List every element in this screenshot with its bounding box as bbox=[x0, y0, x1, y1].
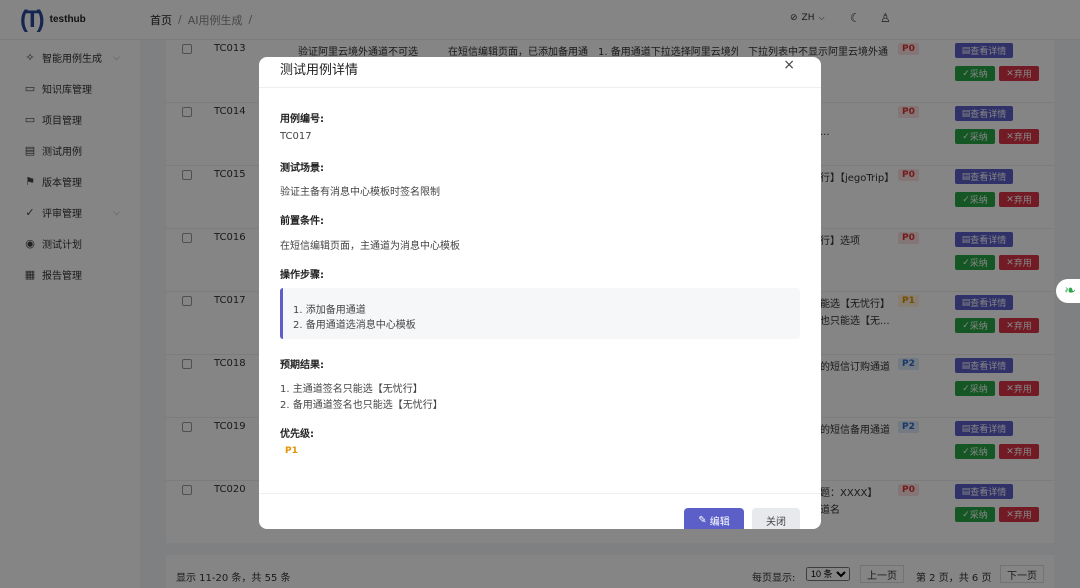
expected-item: 2. 备用通道签名也只能选【无忧行】 bbox=[280, 400, 443, 411]
precondition-value: 在短信编辑页面，主通道为消息中心模板 bbox=[280, 241, 460, 252]
pencil-icon: ✎ bbox=[698, 514, 707, 526]
scene-value: 验证主备有消息中心模板时签名限制 bbox=[280, 187, 440, 198]
expected-label: 预期结果: bbox=[280, 360, 324, 371]
precondition-label: 前置条件: bbox=[280, 216, 324, 227]
step-item: 1. 添加备用通道 bbox=[293, 305, 366, 316]
case-detail-modal: 测试用例详情 × 用例编号: TC017 测试场景: 验证主备有消息中心模板时签… bbox=[259, 57, 821, 529]
case-id-label: 用例编号: bbox=[280, 114, 324, 125]
divider bbox=[259, 87, 821, 88]
modal-title: 测试用例详情 bbox=[280, 63, 359, 78]
edit-button[interactable]: ✎ 编辑 bbox=[684, 508, 744, 529]
case-id-value: TC017 bbox=[280, 131, 312, 142]
steps-label: 操作步骤: bbox=[280, 270, 324, 281]
edit-label: 编辑 bbox=[709, 516, 730, 528]
close-icon[interactable]: × bbox=[783, 57, 795, 73]
floating-assistant-icon[interactable]: ❧ bbox=[1056, 279, 1080, 303]
divider bbox=[259, 493, 821, 494]
expected-item: 1. 主通道签名只能选【无忧行】 bbox=[280, 384, 423, 395]
priority-label: 优先级: bbox=[280, 429, 314, 440]
step-item: 2. 备用通道选消息中心模板 bbox=[293, 320, 416, 331]
scene-label: 测试场景: bbox=[280, 163, 324, 174]
steps-block: 1. 添加备用通道 2. 备用通道选消息中心模板 bbox=[280, 288, 800, 339]
priority-value: P1 bbox=[285, 446, 298, 456]
close-button[interactable]: 关闭 bbox=[752, 508, 800, 529]
